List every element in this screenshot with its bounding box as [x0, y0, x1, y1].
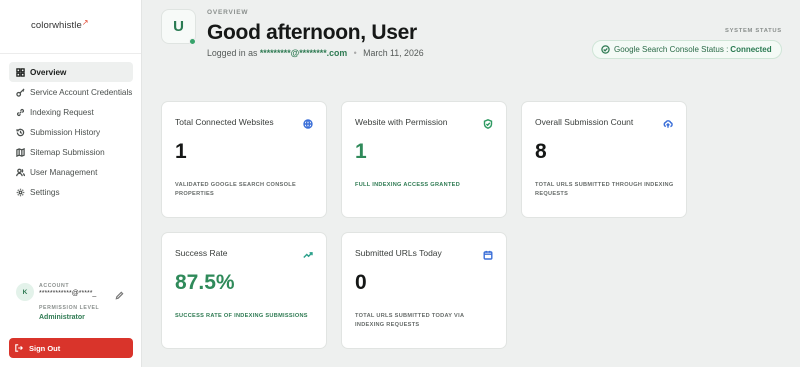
- shield-check-icon: [483, 116, 493, 129]
- system-status-text: Google Search Console Status :: [614, 45, 729, 54]
- permission-level-value: Administrator: [39, 314, 85, 321]
- current-date: March 11, 2026: [363, 48, 424, 58]
- sidebar-item-label: Settings: [30, 187, 60, 197]
- sidebar-item-service-account-credentials[interactable]: Service Account Credentials: [9, 82, 133, 102]
- logged-in-email: *********@********.com: [259, 48, 348, 58]
- card-title: Website with Permission: [355, 117, 448, 127]
- sidebar-item-user-management[interactable]: User Management: [9, 162, 133, 182]
- card-value: 1: [175, 140, 187, 163]
- system-status-label: SYSTEM STATUS: [725, 28, 782, 34]
- card-value: 0: [355, 271, 367, 294]
- key-icon: [15, 87, 25, 97]
- logout-icon: [15, 344, 23, 352]
- gear-icon: [15, 187, 25, 197]
- sidebar-item-label: Indexing Request: [30, 107, 94, 117]
- account-email: ************@*****_: [39, 290, 97, 297]
- system-status-state: Connected: [730, 45, 772, 54]
- brand-logo-mark: ↗: [81, 18, 89, 27]
- sign-out-button[interactable]: Sign Out: [9, 338, 133, 358]
- separator-dot: •: [353, 48, 357, 58]
- card-caption: TOTAL URLS SUBMITTED TODAY VIA INDEXING …: [355, 313, 465, 328]
- sidebar-divider: [0, 53, 141, 54]
- stat-card-overall-submission-count: Overall Submission Count 8 TOTAL URLS SU…: [521, 101, 687, 218]
- login-info: Logged in as *********@********.com • Ma…: [207, 48, 424, 58]
- stat-card-success-rate: Success Rate 87.5% SUCCESS RATE OF INDEX…: [161, 232, 327, 349]
- sidebar-item-overview[interactable]: Overview: [9, 62, 133, 82]
- logged-in-prefix: Logged in as: [207, 48, 258, 58]
- card-caption: FULL INDEXING ACCESS GRANTED: [355, 182, 461, 188]
- sign-out-label: Sign Out: [29, 343, 61, 353]
- card-value: 87.5%: [175, 271, 235, 294]
- account-label: ACCOUNT: [39, 283, 70, 289]
- upload-cloud-icon: [663, 116, 673, 128]
- sidebar-item-label: User Management: [30, 167, 98, 177]
- history-icon: [15, 127, 25, 137]
- sidebar-item-indexing-request[interactable]: Indexing Request: [9, 102, 133, 122]
- sidebar-item-label: Overview: [30, 67, 67, 77]
- calendar-icon: [483, 247, 493, 260]
- trending-up-icon: [303, 247, 313, 258]
- system-status-badge[interactable]: Google Search Console Status : Connected: [592, 40, 782, 59]
- card-title: Submitted URLs Today: [355, 248, 442, 258]
- sidebar-item-submission-history[interactable]: Submission History: [9, 122, 133, 142]
- online-status-dot: [189, 38, 196, 45]
- card-caption: TOTAL URLS SUBMITTED THROUGH INDEXING RE…: [535, 182, 674, 197]
- pencil-icon: [115, 291, 124, 300]
- map-icon: [15, 147, 25, 157]
- page-title: Good afternoon, User: [207, 21, 417, 44]
- users-icon: [15, 167, 25, 177]
- grid-icon: [15, 67, 25, 77]
- account-avatar: K: [16, 283, 34, 301]
- section-label: OVERVIEW: [207, 9, 249, 16]
- card-caption: SUCCESS RATE OF INDEXING SUBMISSIONS: [175, 313, 308, 319]
- permission-level-label: PERMISSION LEVEL: [39, 305, 100, 311]
- stat-card-total-connected-websites: Total Connected Websites 1 VALIDATED GOO…: [161, 101, 327, 218]
- card-title: Success Rate: [175, 248, 228, 258]
- brand-logo-text: colorwhistle: [31, 20, 82, 31]
- sidebar-item-label: Submission History: [30, 127, 101, 137]
- card-value: 1: [355, 140, 367, 163]
- check-circle-icon: [601, 45, 610, 54]
- sidebar-item-settings[interactable]: Settings: [9, 182, 133, 202]
- sidebar: colorwhistle↗ Overview Service Account C…: [0, 0, 142, 367]
- card-caption: VALIDATED GOOGLE SEARCH CONSOLE PROPERTI…: [175, 182, 296, 197]
- card-title: Overall Submission Count: [535, 117, 634, 127]
- edit-account-button[interactable]: [115, 287, 124, 300]
- sidebar-item-sitemap-submission[interactable]: Sitemap Submission: [9, 142, 133, 162]
- sidebar-nav: Overview Service Account Credentials Ind…: [9, 62, 133, 202]
- sidebar-item-label: Service Account Credentials: [30, 87, 133, 97]
- stat-card-submitted-urls-today: Submitted URLs Today 0 TOTAL URLS SUBMIT…: [341, 232, 507, 349]
- sidebar-item-label: Sitemap Submission: [30, 147, 105, 157]
- globe-icon: [303, 116, 313, 129]
- card-value: 8: [535, 140, 547, 163]
- brand-logo[interactable]: colorwhistle↗: [31, 18, 89, 31]
- stat-card-website-with-permission: Website with Permission 1 FULL INDEXING …: [341, 101, 507, 218]
- link-icon: [15, 107, 25, 117]
- card-title: Total Connected Websites: [175, 117, 274, 127]
